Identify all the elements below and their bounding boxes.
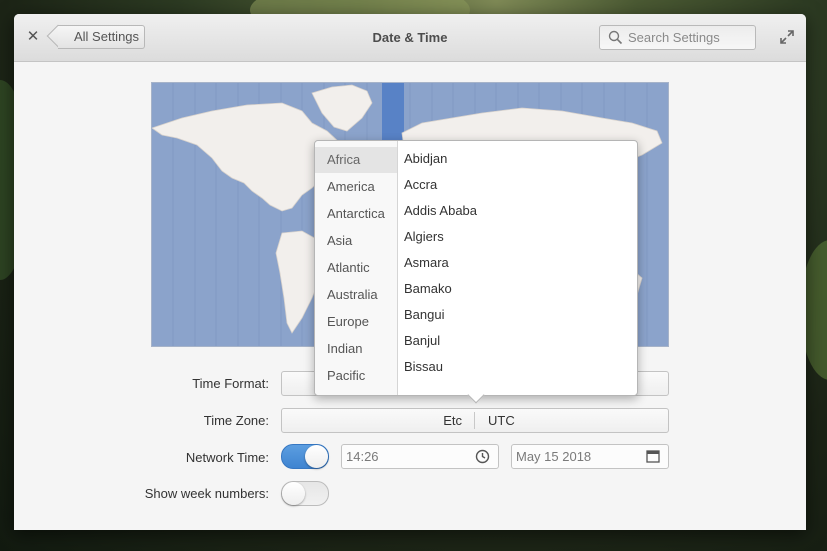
city-item-algiers[interactable]: Algiers [404, 224, 444, 250]
region-list: Africa America Antarctica Asia Atlantic … [315, 141, 398, 395]
region-item-europe[interactable]: Europe [315, 309, 397, 335]
switch-knob [282, 482, 305, 505]
date-value: May 15 2018 [516, 449, 592, 464]
search-placeholder: Search Settings [628, 30, 720, 45]
city-item-bangui[interactable]: Bangui [404, 302, 444, 328]
time-zone-selector[interactable]: Etc UTC [281, 408, 669, 433]
week-numbers-switch[interactable] [281, 481, 329, 506]
week-numbers-label: Show week numbers: [144, 486, 269, 501]
search-icon [608, 30, 623, 45]
maximize-icon[interactable] [779, 29, 795, 45]
city-item-bamako[interactable]: Bamako [404, 276, 452, 302]
city-item-bissau[interactable]: Bissau [404, 354, 443, 380]
city-item-asmara[interactable]: Asmara [404, 250, 449, 276]
city-item-accra[interactable]: Accra [404, 172, 437, 198]
time-zone-separator [474, 412, 475, 429]
settings-window: ✕ All Settings Date & Time Search Settin… [14, 14, 806, 530]
clock-icon [475, 449, 490, 464]
region-item-africa[interactable]: Africa [315, 147, 397, 173]
time-zone-city: UTC [488, 413, 515, 428]
time-field[interactable]: 14:26 [341, 444, 499, 469]
region-item-antarctica[interactable]: Antarctica [315, 201, 397, 227]
city-item-addis-ababa[interactable]: Addis Ababa [404, 198, 477, 224]
network-time-switch[interactable] [281, 444, 329, 469]
region-item-asia[interactable]: Asia [315, 228, 397, 254]
region-item-pacific[interactable]: Pacific [315, 363, 397, 389]
time-zone-label: Time Zone: [203, 413, 269, 428]
region-item-australia[interactable]: Australia [315, 282, 397, 308]
city-item-banjul[interactable]: Banjul [404, 328, 440, 354]
timezone-popover: Africa America Antarctica Asia Atlantic … [314, 140, 638, 404]
city-list: Abidjan Accra Addis Ababa Algiers Asmara… [398, 141, 636, 395]
header-bar: ✕ All Settings Date & Time Search Settin… [14, 14, 806, 62]
search-input[interactable]: Search Settings [599, 25, 756, 50]
network-time-label: Network Time: [185, 450, 269, 465]
city-item-abidjan[interactable]: Abidjan [404, 146, 447, 172]
region-item-indian[interactable]: Indian [315, 336, 397, 362]
region-item-atlantic[interactable]: Atlantic [315, 255, 397, 281]
time-value: 14:26 [346, 449, 379, 464]
time-format-label: Time Format: [192, 376, 269, 391]
time-zone-region: Etc [443, 413, 462, 428]
switch-knob [305, 445, 328, 468]
region-item-america[interactable]: America [315, 174, 397, 200]
calendar-icon [646, 450, 660, 463]
date-field[interactable]: May 15 2018 [511, 444, 669, 469]
